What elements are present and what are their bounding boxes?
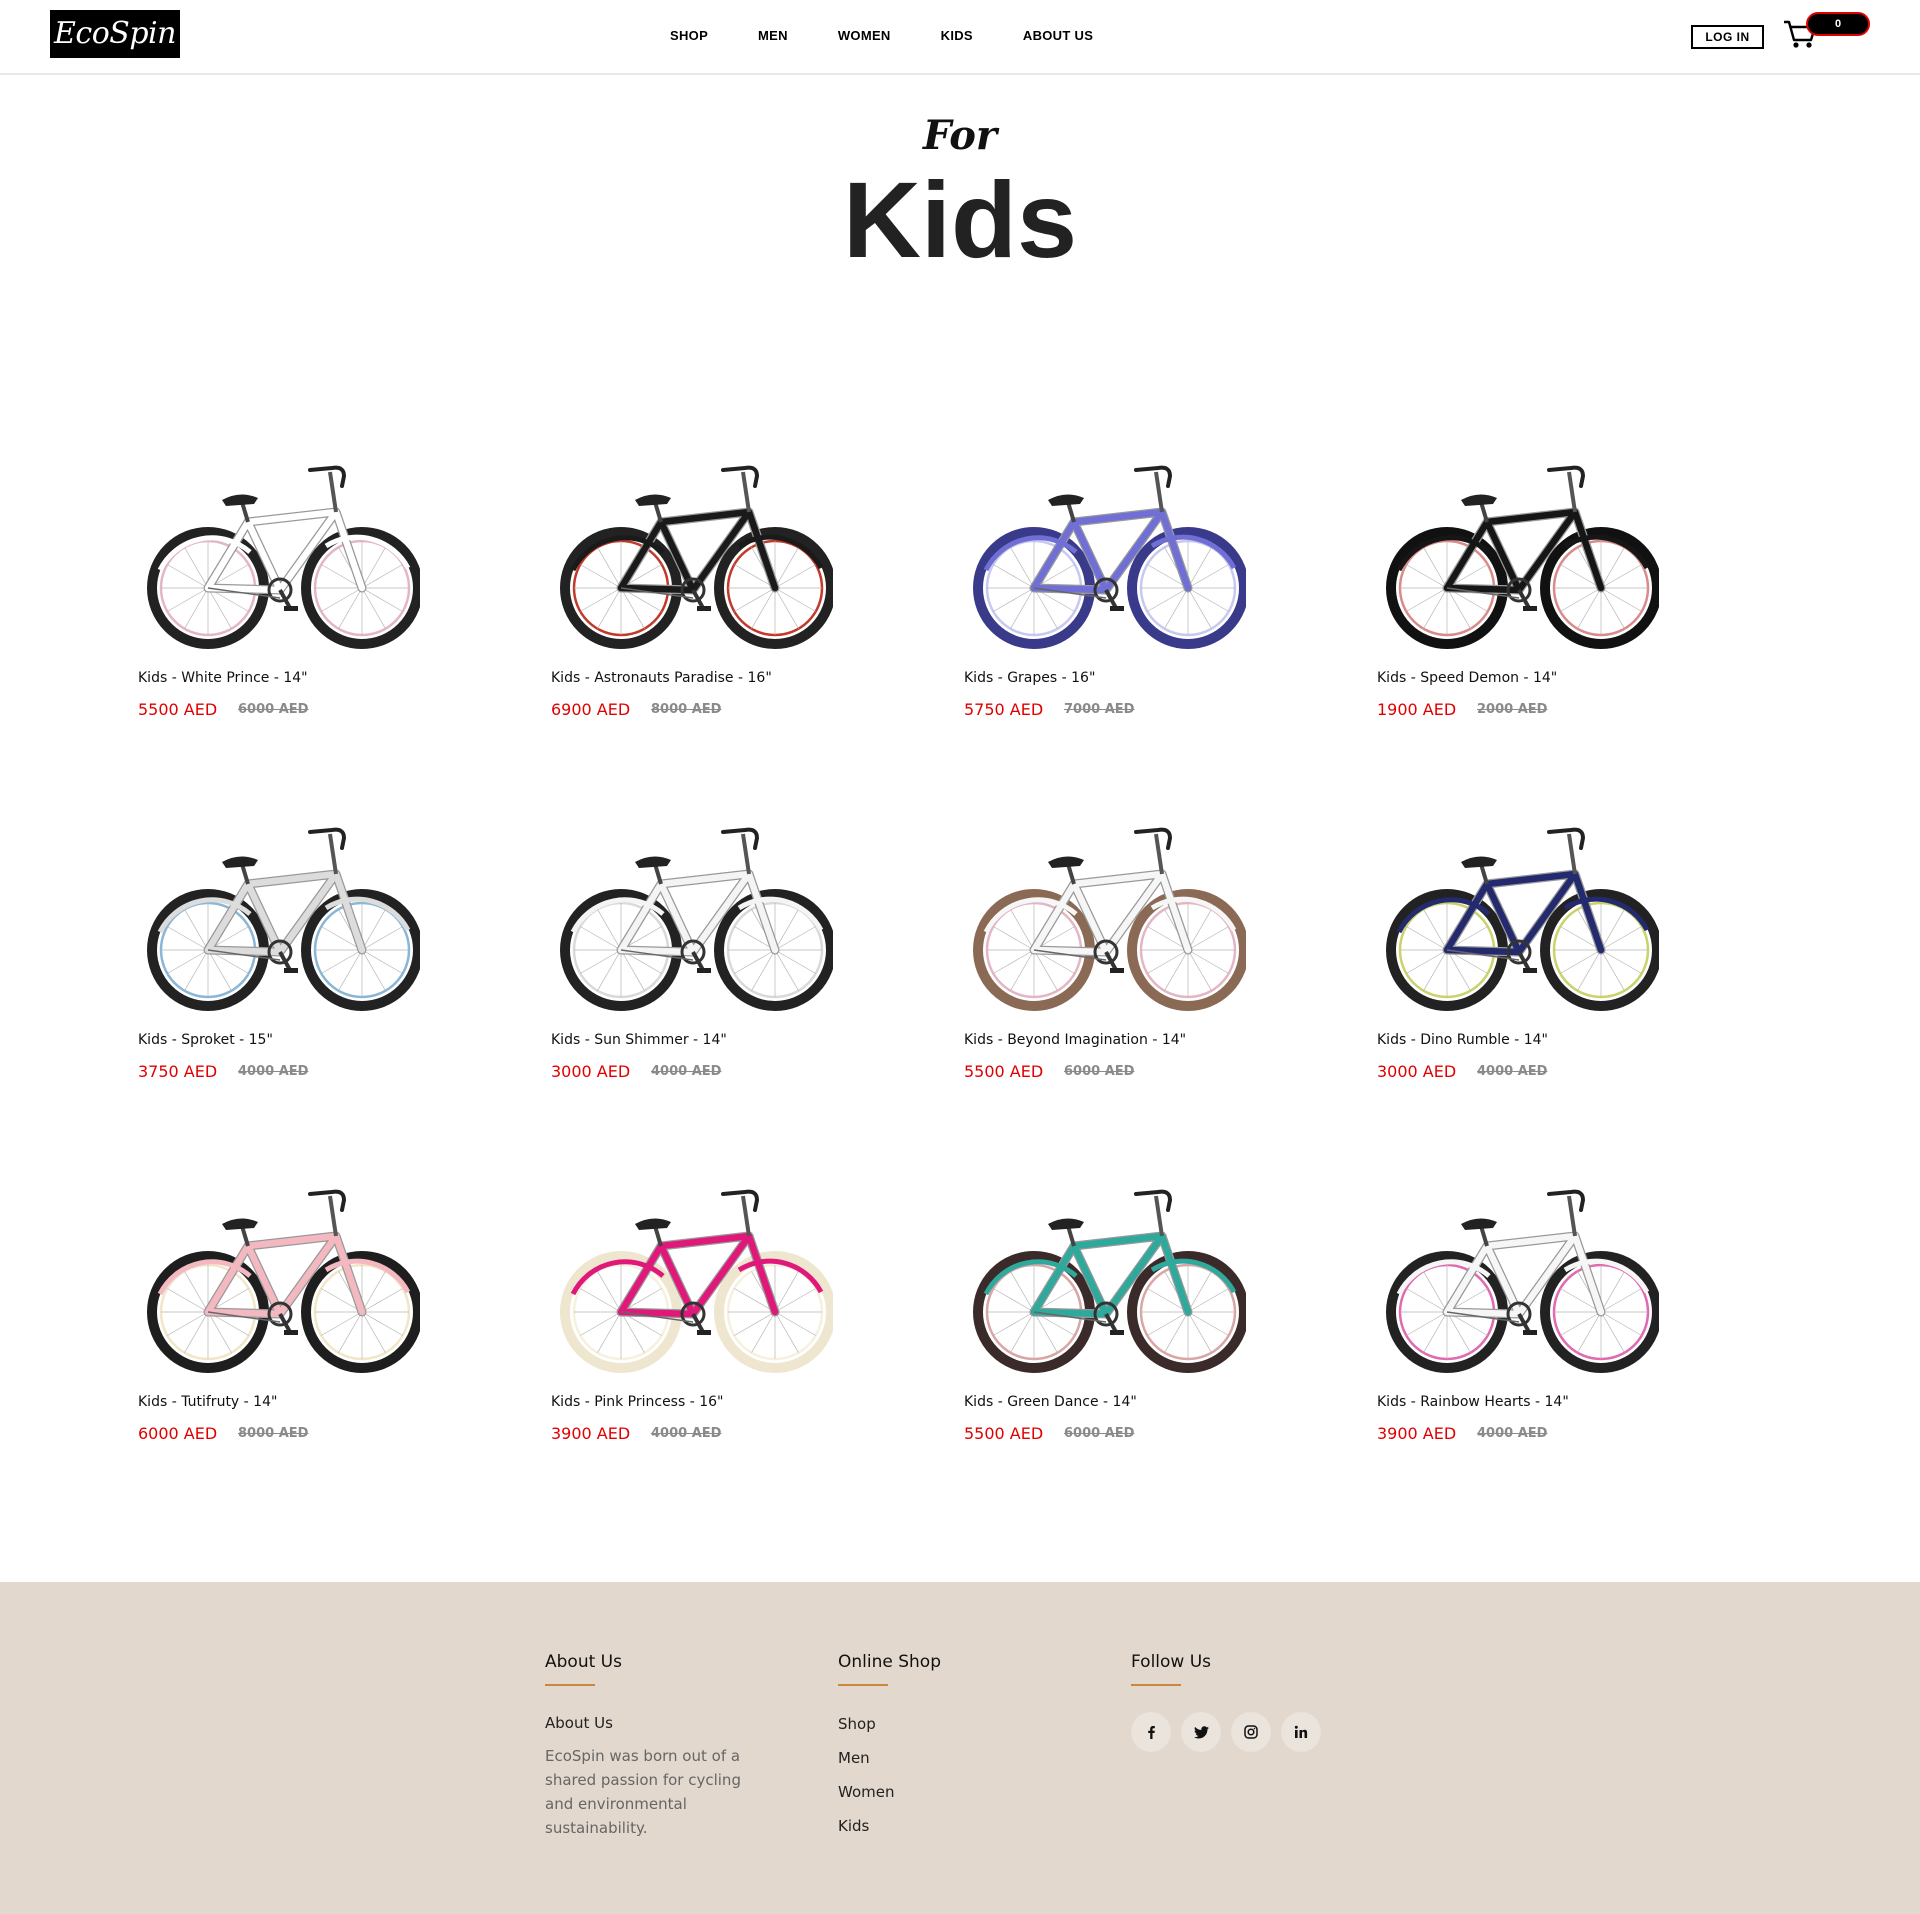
product-old-price: 6000 AED	[238, 702, 309, 717]
brand-logo[interactable]: EcoSpin	[50, 10, 180, 58]
product-price: 5500 AED	[138, 700, 218, 719]
product-old-price: 4000 AED	[1477, 1426, 1548, 1441]
footer-link-shop[interactable]: Shop	[838, 1714, 941, 1748]
product-name[interactable]: Kids - Beyond Imagination - 14"	[964, 1032, 1186, 1048]
nav-shop[interactable]: SHOP	[670, 28, 708, 43]
footer-follow-heading: Follow Us	[1131, 1652, 1212, 1672]
bike-image[interactable]	[956, 812, 1246, 1017]
footer-link-women[interactable]: Women	[838, 1782, 941, 1816]
product-price: 5500 AED	[964, 1062, 1044, 1081]
twitter-icon[interactable]	[1181, 1712, 1221, 1752]
main-nav: SHOP MEN WOMEN KIDS ABOUT US	[670, 28, 1093, 43]
bike-image[interactable]	[956, 450, 1246, 655]
linkedin-icon[interactable]	[1281, 1712, 1321, 1752]
nav-about-us[interactable]: ABOUT US	[1023, 28, 1093, 43]
bike-image[interactable]	[130, 812, 420, 1017]
product-old-price: 6000 AED	[1064, 1426, 1135, 1441]
heading-underline	[838, 1684, 888, 1686]
product-card[interactable]: Kids - Rainbow Hearts - 14" 3900 AED 400…	[1369, 1174, 1699, 1474]
instagram-icon[interactable]	[1231, 1712, 1271, 1752]
product-name[interactable]: Kids - Sproket - 15"	[138, 1032, 273, 1048]
product-price: 5500 AED	[964, 1424, 1044, 1443]
product-name[interactable]: Kids - Astronauts Paradise - 16"	[551, 670, 772, 686]
hero-prefix: For	[923, 112, 997, 159]
cart-count-badge[interactable]: 0	[1806, 12, 1870, 36]
site-footer: About Us About Us EcoSpin was born out o…	[0, 1582, 1920, 1914]
nav-kids[interactable]: KIDS	[941, 28, 973, 43]
bike-image[interactable]	[543, 1174, 833, 1379]
product-card[interactable]: Kids - Beyond Imagination - 14" 5500 AED…	[956, 812, 1286, 1112]
product-card[interactable]: Kids - Green Dance - 14" 5500 AED 6000 A…	[956, 1174, 1286, 1474]
product-card[interactable]: Kids - Speed Demon - 14" 1900 AED 2000 A…	[1369, 450, 1699, 750]
footer-about-text: EcoSpin was born out of a shared passion…	[545, 1747, 741, 1837]
bike-image[interactable]	[1369, 812, 1659, 1017]
footer-about-column: About Us About Us EcoSpin was born out o…	[545, 1652, 745, 1840]
product-old-price: 4000 AED	[1477, 1064, 1548, 1079]
product-name[interactable]: Kids - White Prince - 14"	[138, 670, 308, 686]
product-old-price: 2000 AED	[1477, 702, 1548, 717]
product-price: 5750 AED	[964, 700, 1044, 719]
product-card[interactable]: Kids - Pink Princess - 16" 3900 AED 4000…	[543, 1174, 873, 1474]
bike-image[interactable]	[1369, 1174, 1659, 1379]
product-card[interactable]: Kids - Sproket - 15" 3750 AED 4000 AED	[130, 812, 460, 1112]
footer-about-link[interactable]: About Us	[545, 1714, 745, 1732]
product-price: 1900 AED	[1377, 700, 1457, 719]
bike-image[interactable]	[543, 450, 833, 655]
site-header: EcoSpin SHOP MEN WOMEN KIDS ABOUT US LOG…	[0, 0, 1920, 75]
product-card[interactable]: Kids - Tutifruty - 14" 6000 AED 8000 AED	[130, 1174, 460, 1474]
bike-image[interactable]	[543, 812, 833, 1017]
product-old-price: 4000 AED	[651, 1064, 722, 1079]
bike-image[interactable]	[130, 1174, 420, 1379]
product-price: 3000 AED	[1377, 1062, 1457, 1081]
product-name[interactable]: Kids - Dino Rumble - 14"	[1377, 1032, 1548, 1048]
product-name[interactable]: Kids - Speed Demon - 14"	[1377, 670, 1557, 686]
product-card[interactable]: Kids - Dino Rumble - 14" 3000 AED 4000 A…	[1369, 812, 1699, 1112]
bike-image[interactable]	[1369, 450, 1659, 655]
product-old-price: 8000 AED	[238, 1426, 309, 1441]
product-name[interactable]: Kids - Green Dance - 14"	[964, 1394, 1137, 1410]
product-name[interactable]: Kids - Grapes - 16"	[964, 670, 1095, 686]
product-price: 6000 AED	[138, 1424, 218, 1443]
product-price: 3900 AED	[1377, 1424, 1457, 1443]
product-price: 3000 AED	[551, 1062, 631, 1081]
product-old-price: 7000 AED	[1064, 702, 1135, 717]
product-old-price: 4000 AED	[238, 1064, 309, 1079]
product-name[interactable]: Kids - Rainbow Hearts - 14"	[1377, 1394, 1569, 1410]
nav-men[interactable]: MEN	[758, 28, 788, 43]
product-old-price: 4000 AED	[651, 1426, 722, 1441]
bike-image[interactable]	[130, 450, 420, 655]
product-name[interactable]: Kids - Sun Shimmer - 14"	[551, 1032, 727, 1048]
footer-link-kids[interactable]: Kids	[838, 1816, 941, 1850]
login-button[interactable]: LOG IN	[1691, 25, 1764, 49]
page-title: Kids	[842, 159, 1078, 280]
product-price: 6900 AED	[551, 700, 631, 719]
product-card[interactable]: Kids - White Prince - 14" 5500 AED 6000 …	[130, 450, 460, 750]
footer-shop-column: Online Shop Shop Men Women Kids	[838, 1652, 941, 1850]
product-old-price: 8000 AED	[651, 702, 722, 717]
footer-about-heading: About Us	[545, 1652, 622, 1672]
product-card[interactable]: Kids - Astronauts Paradise - 16" 6900 AE…	[543, 450, 873, 750]
social-links	[1131, 1712, 1331, 1752]
footer-shop-heading: Online Shop	[838, 1652, 941, 1672]
product-old-price: 6000 AED	[1064, 1064, 1135, 1079]
product-name[interactable]: Kids - Pink Princess - 16"	[551, 1394, 723, 1410]
product-price: 3750 AED	[138, 1062, 218, 1081]
product-price: 3900 AED	[551, 1424, 631, 1443]
facebook-icon[interactable]	[1131, 1712, 1171, 1752]
bike-image[interactable]	[956, 1174, 1246, 1379]
product-card[interactable]: Kids - Sun Shimmer - 14" 3000 AED 4000 A…	[543, 812, 873, 1112]
footer-follow-column: Follow Us	[1131, 1652, 1331, 1752]
nav-women[interactable]: WOMEN	[838, 28, 891, 43]
heading-underline	[545, 1684, 595, 1686]
product-name[interactable]: Kids - Tutifruty - 14"	[138, 1394, 277, 1410]
product-card[interactable]: Kids - Grapes - 16" 5750 AED 7000 AED	[956, 450, 1286, 750]
heading-underline	[1131, 1684, 1181, 1686]
footer-link-men[interactable]: Men	[838, 1748, 941, 1782]
